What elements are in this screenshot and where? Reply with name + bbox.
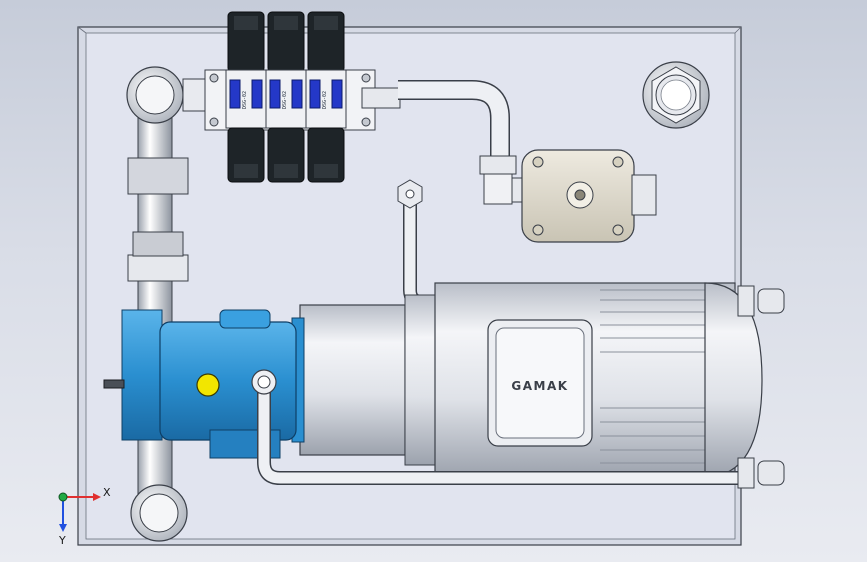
right-fitting-bottom[interactable]	[737, 457, 785, 489]
origin-marker	[58, 492, 68, 502]
hydraulic-unit-model[interactable]: DSG-02 DSG-02 DSG-02 GAMAK X Y	[0, 0, 867, 562]
cad-viewport[interactable]: DSG-02 DSG-02 DSG-02 GAMAK X Y	[0, 0, 867, 562]
y-axis-label: Y	[58, 534, 66, 547]
x-axis-label: X	[103, 486, 111, 499]
valve-tag-label: DSG-02	[242, 91, 248, 109]
filler-cap[interactable]	[642, 61, 710, 129]
motor-brand-label: GAMAK	[511, 379, 568, 393]
terminal-box: GAMAK	[487, 319, 593, 447]
pump-indicator	[196, 373, 220, 397]
solenoid-valve-3[interactable]: DSG-02	[305, 11, 347, 183]
pipe-fitting-bottom	[130, 484, 188, 542]
solenoid-valve-1[interactable]: DSG-02	[225, 11, 267, 183]
right-fitting-top[interactable]	[737, 285, 785, 317]
valve-tag-label: DSG-02	[282, 91, 288, 109]
electric-motor[interactable]: GAMAK	[291, 282, 763, 478]
valve-tag-label: DSG-02	[322, 91, 328, 109]
solenoid-valve-2[interactable]: DSG-02	[265, 11, 307, 183]
